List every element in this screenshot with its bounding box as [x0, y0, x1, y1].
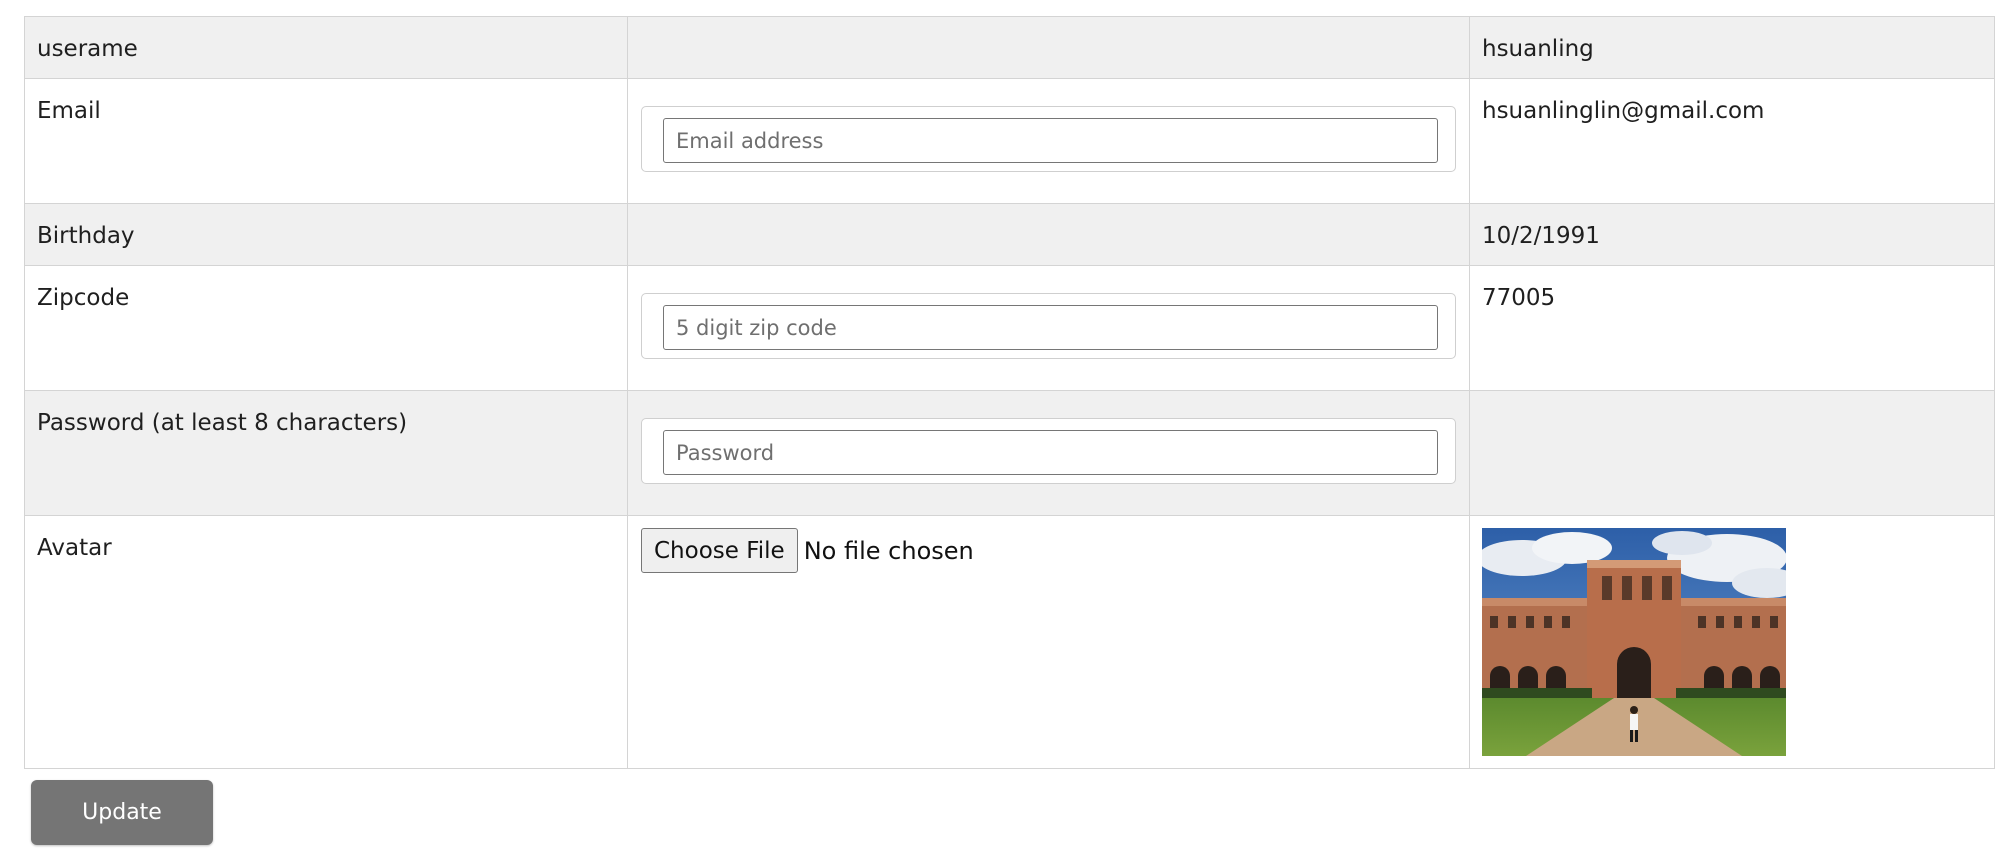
birthday-input-cell — [627, 203, 1470, 266]
username-label: userame — [37, 36, 138, 62]
birthday-label-cell: Birthday — [24, 203, 628, 266]
profile-table: userame hsuanling Email hsuanlinglin@gma… — [24, 16, 1995, 769]
email-label: Email — [37, 98, 101, 124]
password-field[interactable] — [663, 430, 1438, 475]
password-label: Password (at least 8 characters) — [37, 410, 408, 436]
email-value: hsuanlinglin@gmail.com — [1482, 98, 1765, 124]
username-value-cell: hsuanling — [1469, 16, 1995, 79]
password-row: Password (at least 8 characters) — [24, 390, 1995, 516]
zipcode-field-wrapper — [641, 293, 1456, 359]
zipcode-value-cell: 77005 — [1469, 265, 1995, 391]
birthday-value-cell: 10/2/1991 — [1469, 203, 1995, 266]
birthday-row: Birthday 10/2/1991 — [24, 203, 1995, 266]
avatar-input-cell: Choose File No file chosen — [627, 515, 1470, 769]
email-input-cell — [627, 78, 1470, 204]
email-field-wrapper — [641, 106, 1456, 172]
password-input-cell — [627, 390, 1470, 516]
email-row: Email hsuanlinglin@gmail.com — [24, 78, 1995, 204]
email-field[interactable] — [663, 118, 1438, 163]
username-row: userame hsuanling — [24, 16, 1995, 79]
avatar-image — [1482, 528, 1786, 756]
password-field-wrapper — [641, 418, 1456, 484]
password-label-cell: Password (at least 8 characters) — [24, 390, 628, 516]
password-value-cell — [1469, 390, 1995, 516]
email-value-cell: hsuanlinglin@gmail.com — [1469, 78, 1995, 204]
username-value: hsuanling — [1482, 36, 1594, 62]
username-input-cell — [627, 16, 1470, 79]
avatar-label-cell: Avatar — [24, 515, 628, 769]
update-button[interactable]: Update — [31, 780, 213, 845]
avatar-label: Avatar — [37, 535, 112, 561]
zipcode-row: Zipcode 77005 — [24, 265, 1995, 391]
birthday-label: Birthday — [37, 223, 135, 249]
birthday-value: 10/2/1991 — [1482, 223, 1600, 249]
zipcode-label-cell: Zipcode — [24, 265, 628, 391]
zipcode-field[interactable] — [663, 305, 1438, 350]
username-label-cell: userame — [24, 16, 628, 79]
avatar-file-input: Choose File No file chosen — [641, 528, 1469, 573]
zipcode-input-cell — [627, 265, 1470, 391]
zipcode-label: Zipcode — [37, 285, 130, 311]
zipcode-value: 77005 — [1482, 285, 1556, 311]
email-label-cell: Email — [24, 78, 628, 204]
avatar-value-cell — [1469, 515, 1995, 769]
avatar-row: Avatar Choose File No file chosen — [24, 515, 1995, 769]
file-status: No file chosen — [803, 536, 974, 565]
choose-file-button[interactable]: Choose File — [641, 528, 798, 573]
